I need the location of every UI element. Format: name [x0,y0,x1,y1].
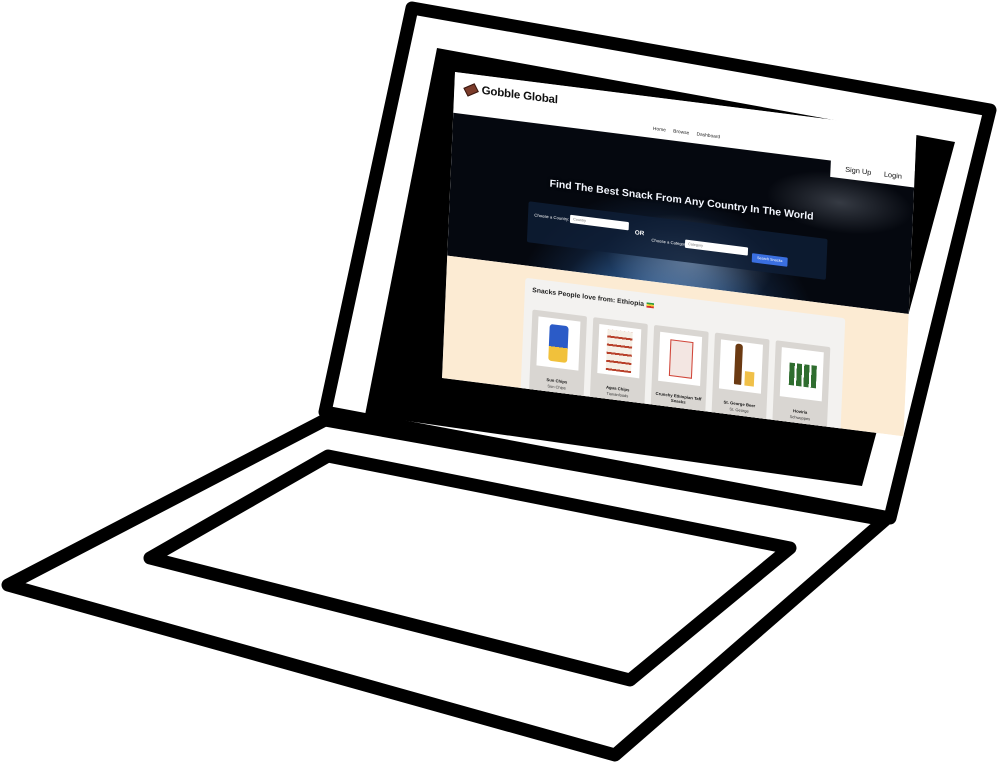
screen-content: Gobble Global Home Browse Dashboard Find… [442,72,917,437]
beer-glass-icon [744,371,755,387]
product-image [658,331,703,387]
category-input[interactable]: Category [684,239,749,256]
product-image [536,316,581,371]
chocolate-bar-icon [463,82,479,97]
soda-bottles-icon [788,362,817,389]
product-name: Crunchy Ethiopian Taff Snacks [655,390,702,405]
product-image [597,324,642,379]
or-divider: OR [634,230,645,238]
site-logo[interactable]: Gobble Global [463,82,559,107]
product-image [718,339,763,394]
nav-dashboard-link[interactable]: Dashboard [696,131,720,139]
nav-browse-link[interactable]: Browse [673,128,689,135]
chips-bag-icon [548,323,569,364]
country-label: Choose a Country: [534,212,570,222]
snack-box-icon [668,339,694,379]
product-image [779,347,824,402]
country-input[interactable]: Country [569,214,629,231]
snack-stack-icon [605,329,633,374]
brand-name: Gobble Global [481,84,559,107]
search-snacks-button[interactable]: Search Snacks [751,253,788,267]
nav-home-link[interactable]: Home [653,126,666,133]
ethiopia-flag-icon [646,302,654,308]
category-label: Choose a Category: [651,237,689,248]
nav-links: Home Browse Dashboard [653,126,720,140]
beer-bottle-icon [733,343,743,386]
